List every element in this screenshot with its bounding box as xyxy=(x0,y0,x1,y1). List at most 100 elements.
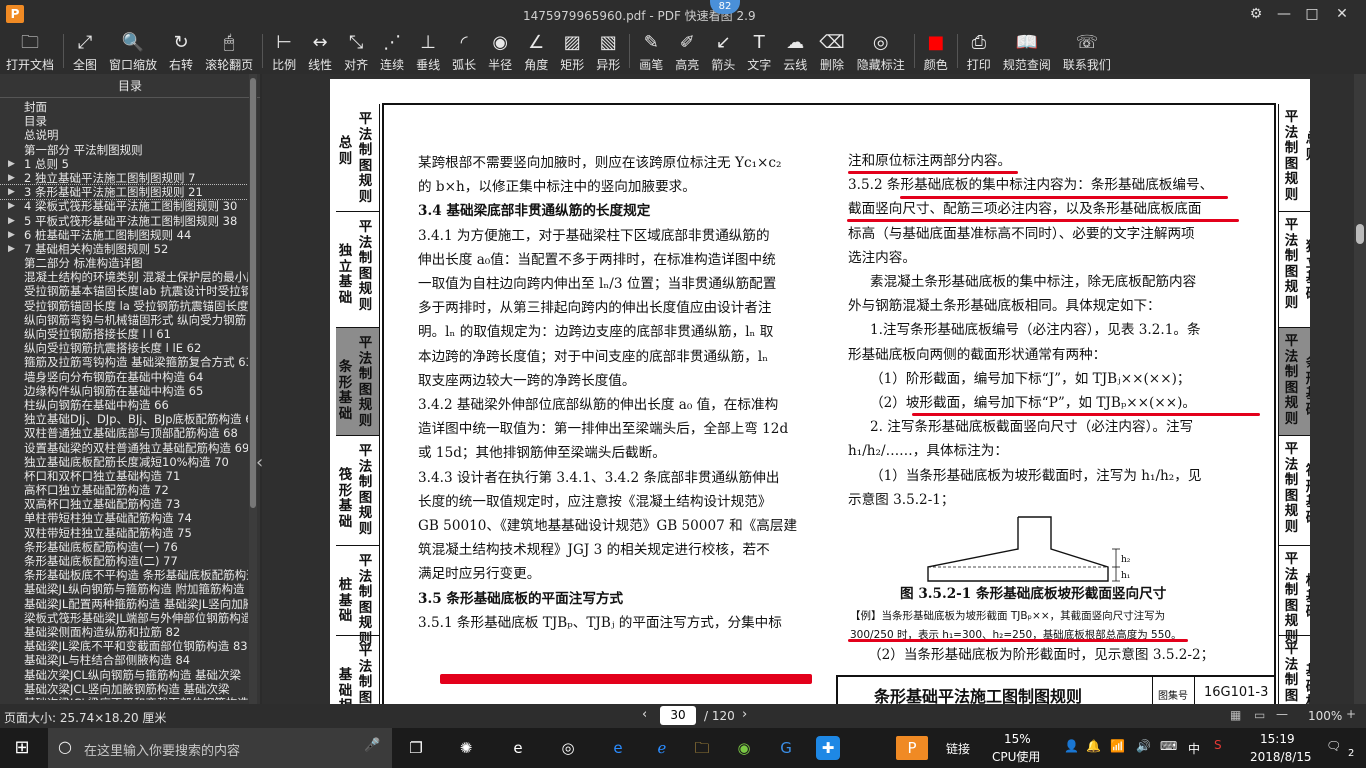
side-tab[interactable]: 条形基础 平法制图规则 xyxy=(336,328,379,436)
annotation-line[interactable] xyxy=(848,171,1018,174)
clock-date[interactable]: 2018/8/15 xyxy=(1250,750,1312,764)
toc-item[interactable]: 双高杯口独立基础配筋构造 73 xyxy=(0,497,248,511)
document-scroll-thumb[interactable] xyxy=(1356,224,1364,244)
toolbar-cloud-line-button[interactable]: ☁ 云线 xyxy=(777,28,813,74)
toc-item[interactable]: ▶ 3 条形基础平法施工图制图规则 21 xyxy=(0,184,248,201)
toc-item[interactable]: 第二部分 标准构造详图 xyxy=(0,256,248,270)
ie-browser-icon[interactable]: e xyxy=(506,736,530,760)
side-tab[interactable]: 总则 平法制图规则 xyxy=(336,104,379,212)
toolbar-angle-button[interactable]: ∠ 角度 xyxy=(518,28,554,74)
annotation-line[interactable] xyxy=(900,196,1228,199)
microphone-icon[interactable]: 🎤 xyxy=(364,738,380,753)
sidebar-scroll-thumb[interactable] xyxy=(250,78,256,508)
clock-time[interactable]: 15:19 xyxy=(1260,732,1295,746)
ie-icon[interactable]: ℯ xyxy=(650,736,674,760)
toolbar-rectangle-area-button[interactable]: ▨ 矩形 xyxy=(554,28,590,74)
toolbar-arc-length-button[interactable]: ◜ 弧长 xyxy=(446,28,482,74)
annotation-line[interactable] xyxy=(440,674,812,684)
volume-icon[interactable]: 🔊 xyxy=(1136,739,1151,753)
settings-icon[interactable]: ⚙ xyxy=(1244,3,1268,25)
toolbar-book-button[interactable]: 📖 规范查阅 xyxy=(997,28,1057,74)
side-tab[interactable]: 桩基础 平法制图规则 xyxy=(336,546,379,646)
notification-bell-icon[interactable]: 🔔 xyxy=(1086,739,1101,753)
toc-item[interactable]: 总说明 xyxy=(0,128,248,142)
side-tab[interactable]: 平法制图规则 筏形基础 xyxy=(1279,436,1310,546)
side-tab[interactable]: 平法制图规则 独立基础 xyxy=(1279,212,1310,328)
side-tab[interactable]: 平法制图 基础相关 xyxy=(1279,636,1310,704)
toolbar-zoom-window-button[interactable]: 🔍 窗口缩放 xyxy=(103,28,163,74)
sogou-icon[interactable]: S xyxy=(1214,738,1222,752)
document-view[interactable]: 总则 平法制图规则 独立基础 平法制图规则 条形基础 平法制图规则 筏形基础 平法制图规则 桩基… xyxy=(262,74,1354,704)
pdf-viewer-taskbar-icon[interactable]: P xyxy=(896,736,928,760)
toc-item[interactable]: 目录 xyxy=(0,114,248,128)
edge-browser-icon[interactable]: e xyxy=(606,736,630,760)
toc-item[interactable]: 双柱带短柱独立基础配筋构造 75 xyxy=(0,526,248,540)
next-page-button[interactable]: › xyxy=(742,707,747,722)
toc-item[interactable]: 第一部分 平法制图规则 xyxy=(0,143,248,157)
minimize-button[interactable]: — xyxy=(1272,3,1296,25)
toc-item[interactable]: 墙身竖向分布钢筋在基础中构造 64 xyxy=(0,370,248,384)
toc-item[interactable]: 箍筋及拉筋弯钩构造 基础梁箍筋复合方式 63 xyxy=(0,355,248,369)
file-explorer-icon[interactable]: 🗀 xyxy=(690,736,714,760)
toolbar-irregular-area-button[interactable]: ▧ 异形 xyxy=(590,28,626,74)
user-icon[interactable]: 👤 xyxy=(1064,739,1079,753)
toolbar-contact-button[interactable]: ☏ 联系我们 xyxy=(1057,28,1117,74)
toc-item[interactable]: 基础次梁JCL纵向钢筋与箍筋构造 基础次梁 xyxy=(0,668,248,682)
expand-arrow-icon[interactable]: ▶ xyxy=(8,214,15,228)
document-scrollbar[interactable] xyxy=(1354,74,1366,704)
toc-item[interactable]: 单柱带短柱独立基础配筋构造 74 xyxy=(0,511,248,525)
pinwheel-app-icon[interactable]: ✺ xyxy=(454,736,478,760)
side-tab[interactable]: 平法制图规则 条形基础 xyxy=(1279,328,1310,436)
ime-indicator[interactable]: 中 xyxy=(1188,740,1200,757)
toc-item[interactable]: 梁板式筏形基础梁JL端部与外伸部位钢筋构造 xyxy=(0,611,248,625)
toc-item[interactable]: 受拉钢筋基本锚固长度lab 抗震设计时受拉钢筋 xyxy=(0,284,248,298)
network-icon[interactable]: 📶 xyxy=(1110,739,1125,753)
toc-item[interactable]: 受拉钢筋锚固长度 la 受拉钢筋抗震锚固长度 xyxy=(0,299,248,313)
toc-item[interactable]: ▶ 4 梁板式筏形基础平法施工图制图规则 30 xyxy=(0,199,248,213)
toc-item[interactable]: 高杯口独立基础配筋构造 72 xyxy=(0,483,248,497)
action-center-icon[interactable]: 🗨 xyxy=(1326,739,1341,753)
toolbar-arrow-button[interactable]: ↙ 箭头 xyxy=(705,28,741,74)
side-tab[interactable]: 基础相关平法制图 xyxy=(336,636,379,704)
toc-item[interactable]: ▶ 2 独立基础平法施工图制图规则 7 xyxy=(0,171,248,185)
taskbar-search[interactable]: ○ 在这里输入你要搜索的内容 🎤 xyxy=(48,728,392,768)
task-view-icon[interactable]: ❐ xyxy=(404,736,428,760)
toc-item[interactable]: 基础梁侧面构造纵筋和拉筋 82 xyxy=(0,625,248,639)
toc-item[interactable]: ▶ 1 总则 5 xyxy=(0,157,248,171)
expand-arrow-icon[interactable]: ▶ xyxy=(8,185,15,199)
toc-item[interactable]: 独立基础DJj、DJp、BJj、BJp底板配筋构造 67 xyxy=(0,412,248,426)
chrome-like-icon[interactable]: ◎ xyxy=(556,736,580,760)
toolbar-text-button[interactable]: T 文字 xyxy=(741,28,777,74)
zoom-level[interactable]: 100% xyxy=(1308,709,1342,723)
toc-item[interactable]: 纵向受拉钢筋搭接长度 l l 61 xyxy=(0,327,248,341)
side-tab[interactable]: 平法制图规则 桩基础 xyxy=(1279,546,1310,644)
expand-arrow-icon[interactable]: ▶ xyxy=(8,199,15,213)
expand-arrow-icon[interactable]: ▶ xyxy=(8,157,15,171)
toc-item[interactable]: 纵向受拉钢筋抗震搭接长度 l lE 62 xyxy=(0,341,248,355)
toc-item[interactable]: 基础梁JL纵向钢筋与箍筋构造 附加箍筋构造 xyxy=(0,582,248,596)
toc-item[interactable]: 纵向钢筋弯钩与机械锚固形式 纵向受力钢筋 xyxy=(0,313,248,327)
toc-item[interactable]: 基础次梁JCL竖向加腋钢筋构造 基础次梁 xyxy=(0,682,248,696)
windows-start-icon[interactable]: ⊞ xyxy=(10,736,34,760)
prev-page-button[interactable]: ‹ xyxy=(642,707,647,722)
toc-item[interactable]: 基础梁JL与柱结合部侧腋构造 84 xyxy=(0,653,248,667)
toolbar-continuous-dim-button[interactable]: ⋰ 连续 xyxy=(374,28,410,74)
layout-icon[interactable]: ▦ xyxy=(1230,708,1241,722)
close-button[interactable]: ✕ xyxy=(1330,3,1354,25)
annotation-line[interactable] xyxy=(847,219,1239,222)
keyboard-icon[interactable]: ⌨ xyxy=(1160,739,1177,753)
toolbar-perpendicular-button[interactable]: ⊥ 垂线 xyxy=(410,28,446,74)
toc-item[interactable]: ▶ 5 平板式筏形基础平法施工图制图规则 38 xyxy=(0,214,248,228)
toc-item[interactable]: 基础次梁JCL梁底不平和变截面部位钢筋构造 xyxy=(0,696,248,700)
fit-icon[interactable]: ▭ xyxy=(1254,708,1265,722)
360-browser-icon[interactable]: ◉ xyxy=(732,736,756,760)
toolbar-pen-button[interactable]: ✎ 画笔 xyxy=(633,28,669,74)
toc-item[interactable]: 基础梁JL梁底不平和变截面部位钢筋构造 83 xyxy=(0,639,248,653)
toc-item[interactable]: 条形基础板底不平构造 条形基础底板配筋构造 xyxy=(0,568,248,582)
toc-item[interactable]: 边缘构件纵向钢筋在基础中构造 65 xyxy=(0,384,248,398)
toolbar-color-swatch-button[interactable]: ■ 颜色 xyxy=(918,28,954,74)
toc-item[interactable]: ▶ 7 基础相关构造制图规则 52 xyxy=(0,242,248,256)
toolbar-highlighter-button[interactable]: ✐ 高亮 xyxy=(669,28,705,74)
toolbar-hide-annotation-button[interactable]: ◎ 隐藏标注 xyxy=(851,28,911,74)
toc-item[interactable]: 双柱普通独立基础底部与顶部配筋构造 68 xyxy=(0,426,248,440)
